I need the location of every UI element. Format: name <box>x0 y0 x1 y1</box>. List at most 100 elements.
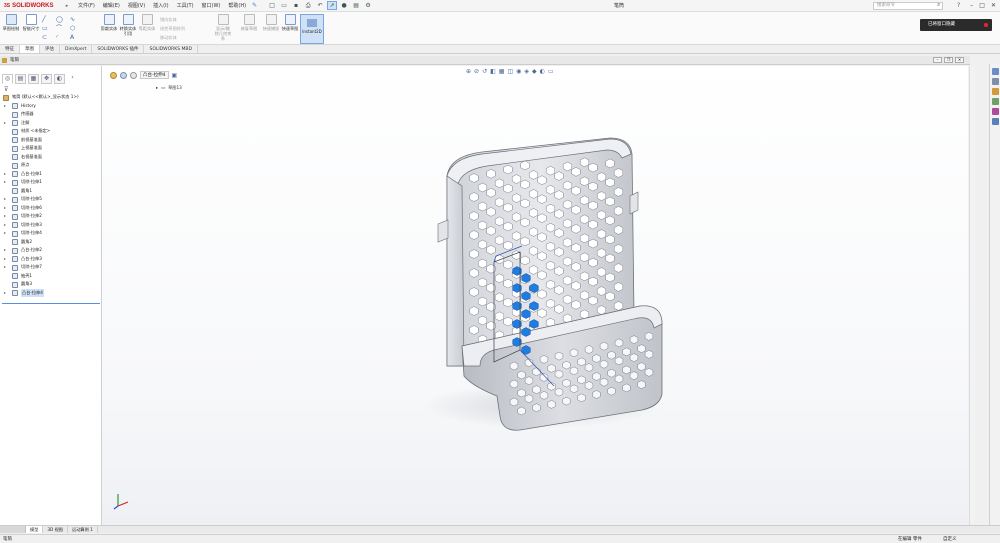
logo-menu-arrow-icon[interactable]: ▸ <box>64 0 70 12</box>
arc-icon[interactable]: ⌒ <box>56 24 70 33</box>
tree-item[interactable]: ▸ 切除-拉伸7 <box>0 263 100 272</box>
doc-close-icon[interactable]: ✕ <box>955 57 964 63</box>
menu-view[interactable]: 视图(V) <box>124 0 149 12</box>
tree-item[interactable]: 前视基准面 <box>0 136 100 145</box>
tree-item[interactable]: ▸ 凸台-拉伸2 <box>0 246 100 255</box>
graphics-area[interactable]: 凸台-拉伸4 ▣ ▸ ▭ 草图13 ⊕ ⊘ ↺ ◧ ▦ ◫ ◉ ◈ ◆ ◐ ▭ <box>102 66 968 526</box>
display-relations-button[interactable]: 显示/删除几何关系 <box>214 14 232 42</box>
search-icon[interactable]: ⌕ <box>937 1 940 9</box>
tab-dimxpert[interactable]: DimXpert <box>60 45 93 53</box>
tab-sketch[interactable]: 草图 <box>20 45 40 53</box>
tab-features[interactable]: 特征 <box>0 45 20 53</box>
file-properties-icon[interactable]: ▤ <box>351 1 361 10</box>
instant2d-button[interactable]: Instant2D <box>300 14 324 44</box>
notification-close-icon[interactable] <box>984 23 988 27</box>
tree-item[interactable]: 圆角2 <box>0 238 100 247</box>
tree-item[interactable]: ▸ History <box>0 102 100 111</box>
maximize-icon[interactable]: □ <box>979 0 985 12</box>
open-file-icon[interactable]: ▭ <box>279 1 289 10</box>
filter-icon[interactable]: ⊽ <box>4 86 8 93</box>
menu-insert[interactable]: 插入(I) <box>149 0 172 12</box>
tree-item[interactable]: ▸ 切除-拉伸1 <box>0 178 100 187</box>
menu-help[interactable]: 帮助(H) <box>224 0 250 12</box>
tree-root-part[interactable]: 笔筒 (默认<<默认>_显示状态 1>) <box>0 93 100 102</box>
tab-3d-views[interactable]: 3D 视图 <box>43 526 68 533</box>
doc-restore-icon[interactable]: ❐ <box>944 57 953 63</box>
pin-menu-icon[interactable]: ✎ <box>252 2 257 9</box>
tab-mbd[interactable]: SOLIDWORKS MBD <box>144 45 198 53</box>
move-entities-item[interactable]: 移动实体 <box>160 33 185 42</box>
tree-item[interactable]: ▸ 切除-拉伸2 <box>0 212 100 221</box>
polygon-icon[interactable]: ⬡ <box>70 24 84 33</box>
expand-arrow-icon[interactable]: ▸ <box>4 178 6 187</box>
expand-arrow-icon[interactable]: ▸ <box>4 229 6 238</box>
tree-item[interactable]: 材质 <未指定> <box>0 127 100 136</box>
close-icon[interactable]: ✕ <box>991 0 996 12</box>
rectangle-icon[interactable]: ▭ <box>42 24 56 33</box>
bottom-tab-scroll[interactable] <box>0 526 26 533</box>
quick-snaps-button[interactable]: 快速捕捉 <box>262 14 280 42</box>
tree-item[interactable]: 右视基准面 <box>0 153 100 162</box>
mirror-entities-item[interactable]: 镜向实体 <box>160 15 185 24</box>
tree-item[interactable]: 原点 <box>0 161 100 170</box>
tree-item[interactable]: 圆角3 <box>0 280 100 289</box>
menu-edit[interactable]: 编辑(E) <box>99 0 124 12</box>
expand-arrow-icon[interactable]: ▸ <box>4 255 6 264</box>
new-file-icon[interactable]: □ <box>267 1 277 10</box>
menu-tools[interactable]: 工具(T) <box>173 0 198 12</box>
tree-item[interactable]: 圆角1 <box>0 187 100 196</box>
tree-item[interactable]: ▸ 凸台-拉伸1 <box>0 170 100 179</box>
tree-item[interactable]: 抽壳1 <box>0 272 100 281</box>
menu-window[interactable]: 窗口(W) <box>198 0 225 12</box>
undo-icon[interactable]: ↶ <box>315 1 325 10</box>
tree-item[interactable]: 上视基准面 <box>0 144 100 153</box>
tree-item[interactable]: ▸ 切除-拉伸5 <box>0 195 100 204</box>
expand-arrow-icon[interactable]: ▸ <box>4 212 6 221</box>
text-icon[interactable]: A <box>70 33 84 42</box>
expand-arrow-icon[interactable]: ▸ <box>4 102 6 111</box>
trim-entities-button[interactable]: 剪裁实体 <box>100 14 118 42</box>
menu-file[interactable]: 文件(F) <box>74 0 99 12</box>
tree-item[interactable]: 传感器 <box>0 110 100 119</box>
slot-icon[interactable]: ⊂ <box>42 33 56 42</box>
displaymanager-tab-icon[interactable]: ◐ <box>54 74 65 84</box>
solidworks-resources-icon[interactable] <box>992 68 999 75</box>
doc-minimize-icon[interactable]: – <box>933 57 942 63</box>
tree-item[interactable]: ▸ 切除-拉伸4 <box>0 229 100 238</box>
line-icon[interactable]: ╱ <box>42 15 56 24</box>
file-explorer-icon[interactable] <box>992 88 999 95</box>
minimize-icon[interactable]: – <box>970 0 973 12</box>
tab-motion-study[interactable]: 运动算例 1 <box>68 526 98 533</box>
expand-tabs-chevron-icon[interactable]: › <box>67 74 78 84</box>
view-palette-icon[interactable] <box>992 98 999 105</box>
smart-dimension-button[interactable]: 智能尺寸 <box>22 14 40 42</box>
graphics-vertical-scrollbar[interactable] <box>969 66 975 526</box>
expand-arrow-icon[interactable]: ▸ <box>4 170 6 179</box>
spline-icon[interactable]: ∿ <box>70 15 84 24</box>
save-icon[interactable]: ▪ <box>291 1 301 10</box>
circle-icon[interactable]: ◯ <box>56 15 70 24</box>
pen-holder-model[interactable] <box>102 66 968 526</box>
search-input[interactable]: 搜索命令 <box>873 2 943 10</box>
dimxpertmanager-tab-icon[interactable]: ✥ <box>41 74 52 84</box>
tab-model[interactable]: 模型 <box>26 526 44 533</box>
expand-arrow-icon[interactable]: ▸ <box>4 119 6 128</box>
tab-evaluate[interactable]: 评估 <box>40 45 60 53</box>
repair-sketch-button[interactable]: 修复草图 <box>240 14 258 42</box>
select-icon[interactable]: ➚ <box>327 1 338 10</box>
linear-pattern-item[interactable]: 线性草图阵列 <box>160 24 185 33</box>
solidworks-logo[interactable]: 3S SOLIDWORKS <box>0 0 64 12</box>
convert-entities-button[interactable]: 转换实体引用 <box>119 14 137 42</box>
rapid-sketch-button[interactable]: 快速草图 <box>281 14 299 42</box>
tree-item[interactable]: ▸ 凸台-拉伸3 <box>0 255 100 264</box>
expand-arrow-icon[interactable]: ▸ <box>4 246 6 255</box>
custom-properties-icon[interactable] <box>992 118 999 125</box>
design-library-icon[interactable] <box>992 78 999 85</box>
appearances-icon[interactable] <box>992 108 999 115</box>
rebuild-icon[interactable]: ● <box>339 1 349 10</box>
tree-item[interactable]: ▸ 切除-拉伸6 <box>0 204 100 213</box>
tab-addins[interactable]: SOLIDWORKS 插件 <box>92 45 145 53</box>
sketch-button[interactable]: 草图绘制 <box>2 14 20 42</box>
featuremanager-tab-icon[interactable]: ◎ <box>2 74 13 84</box>
expand-arrow-icon[interactable]: ▸ <box>4 221 6 230</box>
